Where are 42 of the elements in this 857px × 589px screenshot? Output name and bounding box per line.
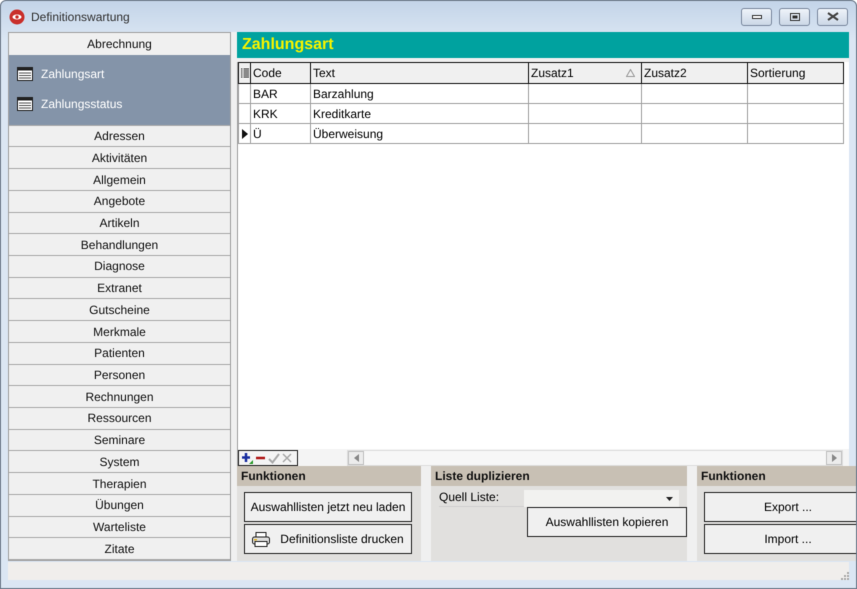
- check-icon[interactable]: [268, 452, 280, 464]
- printer-icon: [252, 532, 270, 546]
- app-icon: [9, 8, 25, 24]
- scroll-right-icon[interactable]: [832, 454, 836, 462]
- section-title: Zahlungsart: [237, 32, 849, 58]
- scroll-left-icon[interactable]: [354, 454, 358, 462]
- maximize-icon: [790, 12, 800, 20]
- column-header[interactable]: Zusatz2: [642, 62, 748, 84]
- maximize-button[interactable]: [779, 8, 810, 26]
- action-button[interactable]: Definitionsliste drucken: [244, 524, 412, 554]
- column-header[interactable]: Sortierung: [748, 62, 844, 84]
- minimize-icon: [752, 14, 762, 18]
- copy-button[interactable]: Auswahllisten kopieren: [527, 507, 687, 537]
- table-cell: Kreditkarte: [310, 104, 528, 124]
- column-header[interactable]: Zusatz1: [528, 62, 642, 84]
- columns-icon[interactable]: [240, 68, 248, 78]
- sidebar-item-label: Zahlungsstatus: [41, 96, 122, 111]
- table-cell: KRK: [250, 104, 310, 124]
- table-cell: Barzahlung: [310, 84, 528, 104]
- close-icon: [826, 12, 838, 21]
- table-cell: Überweisung: [310, 124, 528, 144]
- action-button[interactable]: Auswahllisten jetzt neu laden: [244, 492, 412, 522]
- minimize-button[interactable]: [741, 8, 772, 26]
- action-button[interactable]: Export ...: [704, 492, 856, 522]
- action-button[interactable]: Import ...: [704, 524, 856, 554]
- list-icon: [17, 96, 33, 111]
- table-cell: BAR: [250, 84, 310, 104]
- cancel-icon[interactable]: [282, 452, 292, 462]
- resize-grip-icon[interactable]: [839, 570, 849, 580]
- panel-title: Liste duplizieren: [431, 466, 687, 486]
- panel-title: Funktionen: [237, 466, 421, 486]
- sidebar-item-label: Zahlungsart: [41, 66, 104, 81]
- add-icon[interactable]: [241, 452, 253, 464]
- window-title: Definitionswartung: [31, 10, 131, 24]
- dropdown-arrow-icon: [666, 496, 673, 500]
- column-header[interactable]: Text: [310, 62, 528, 84]
- panel-title: Funktionen: [697, 466, 856, 486]
- column-header[interactable]: Code: [250, 62, 310, 84]
- horizontal-scrollbar[interactable]: [347, 450, 843, 466]
- list-icon: [17, 66, 33, 81]
- close-button[interactable]: [817, 8, 848, 26]
- table-cell: Ü: [250, 124, 310, 144]
